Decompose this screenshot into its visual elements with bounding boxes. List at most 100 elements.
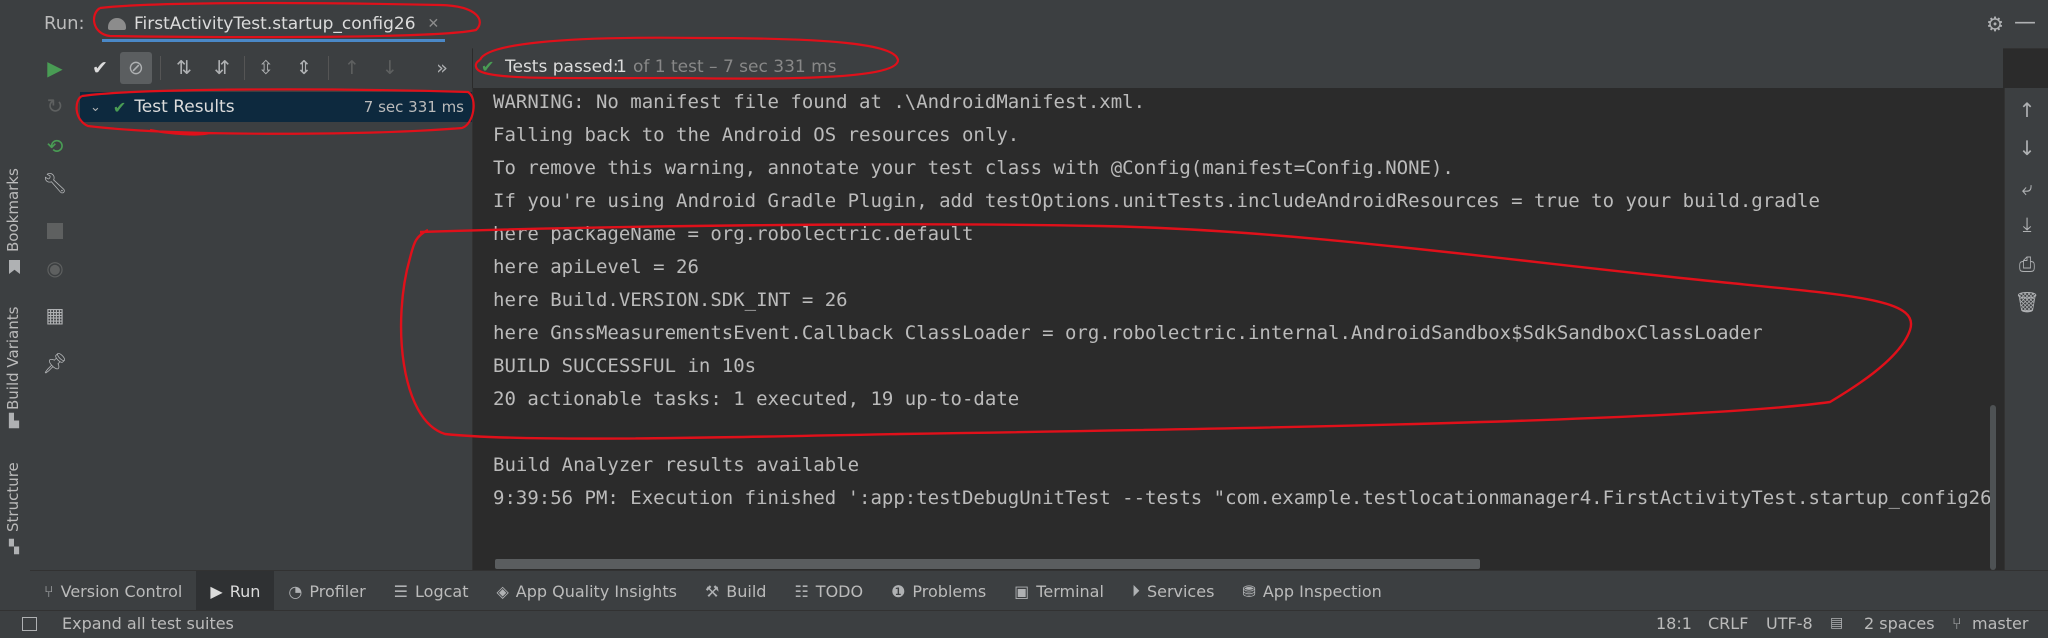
- rerun-failed-icon[interactable]: ↻: [40, 91, 70, 121]
- line-separator[interactable]: CRLF: [1708, 614, 1748, 633]
- tab-label: Build: [726, 581, 767, 601]
- console-line: WARNING: No manifest file found at .\And…: [493, 91, 1146, 113]
- git-branch[interactable]: master: [1972, 614, 2028, 633]
- test-tree-toolbar: ✔ ⊘ ⇅ ⇵ ⇳ ⇕ ↑ ↓ »: [80, 48, 472, 88]
- bookmark-icon: [9, 260, 20, 274]
- info-icon: ❶: [891, 581, 906, 601]
- bookmarks-tool-button[interactable]: Bookmarks: [0, 168, 30, 280]
- tab-label: Version Control: [60, 581, 183, 601]
- print-icon[interactable]: ⎙: [2015, 252, 2039, 276]
- rerun-button[interactable]: ▶: [40, 53, 70, 83]
- tab-todo[interactable]: ☷ TODO: [780, 571, 877, 611]
- pin-icon[interactable]: 📌︎: [40, 348, 70, 378]
- toggle-tool-windows-icon[interactable]: [22, 617, 37, 631]
- structure-label: Structure: [4, 462, 22, 532]
- show-ignored-icon[interactable]: ⊘: [120, 52, 152, 84]
- git-branch-icon: ⑂: [1952, 614, 1962, 633]
- collapse-all-icon[interactable]: ⇕: [288, 52, 320, 84]
- arrow-up-icon[interactable]: ↑: [2015, 98, 2039, 122]
- services-icon: ⏵: [1131, 581, 1140, 600]
- sort-duration-icon[interactable]: ⇵: [206, 52, 238, 84]
- show-passed-icon[interactable]: ✔: [84, 52, 116, 84]
- tab-label: Services: [1146, 581, 1215, 601]
- tab-profiler[interactable]: ◔ Profiler: [274, 571, 379, 611]
- run-label: Run:: [44, 13, 85, 34]
- run-icon: ▶: [210, 581, 223, 601]
- tree-root-duration: 7 sec 331 ms: [363, 98, 464, 116]
- tab-app-quality-insights[interactable]: ◈ App Quality Insights: [482, 571, 690, 611]
- structure-tool-button[interactable]: Structure ▚: [0, 460, 30, 575]
- next-failed-icon[interactable]: ↓: [374, 52, 406, 84]
- bookmarks-label: Bookmarks: [4, 168, 22, 252]
- console-actions-strip: ↑ ↓ ⤶ ⤓ ⎙ 🗑︎: [2004, 88, 2048, 570]
- expand-all-icon[interactable]: ⇳: [250, 52, 282, 84]
- vertical-scrollbar[interactable]: [1990, 405, 1996, 570]
- build-variants-label: Build Variants: [4, 306, 22, 410]
- caret-position[interactable]: 18:1: [1656, 614, 1692, 633]
- test-status-bar: ✔ Tests passed: 1 of 1 test – 7 sec 331 …: [473, 48, 2003, 88]
- console-line: To remove this warning, annotate your te…: [493, 157, 1454, 179]
- toggle-auto-test-icon[interactable]: ⟲: [40, 131, 70, 161]
- run-actions-column: ▶ ↻ ⟲ 🔧︎ ◉ ▦ 📌︎: [30, 48, 81, 570]
- gear-icon[interactable]: ⚙: [1986, 12, 2004, 36]
- tab-run[interactable]: ▶ Run: [196, 571, 275, 611]
- horizontal-scrollbar[interactable]: [495, 559, 1480, 569]
- scroll-to-end-icon[interactable]: ⤓: [2015, 212, 2039, 236]
- tab-logcat[interactable]: ☰ Logcat: [380, 571, 483, 611]
- logcat-icon: ☰: [393, 581, 409, 601]
- ide-status-bar: Expand all test suites 18:1 CRLF UTF-8 ▤…: [0, 610, 2048, 638]
- console-line: 9:39:56 PM: Execution finished ':app:tes…: [493, 487, 1993, 509]
- minimize-icon[interactable]: —: [2014, 10, 2036, 35]
- eye-icon[interactable]: ◉: [40, 253, 70, 283]
- trash-icon[interactable]: 🗑︎: [2014, 290, 2039, 314]
- tab-terminal[interactable]: ▣ Terminal: [1000, 571, 1118, 611]
- indent-setting[interactable]: 2 spaces: [1864, 614, 1935, 633]
- close-icon[interactable]: ✕: [428, 16, 440, 32]
- tests-passed-icon: ✔: [481, 57, 495, 76]
- tests-passed-detail: of 1 test – 7 sec 331 ms: [633, 57, 837, 77]
- run-config-tab-label: FirstActivityTest.startup_config26: [134, 14, 416, 34]
- console-output[interactable]: WARNING: No manifest file found at .\And…: [473, 88, 1993, 570]
- file-encoding[interactable]: UTF-8: [1766, 614, 1813, 633]
- build-analyzer-link[interactable]: Build Analyzer results available: [493, 454, 859, 476]
- wrench-icon[interactable]: 🔧︎: [40, 168, 70, 198]
- tree-row-test-results[interactable]: ⌄ ✔ Test Results 7 sec 331 ms: [80, 92, 472, 122]
- test-results-tree: ⌄ ✔ Test Results 7 sec 331 ms: [80, 88, 473, 570]
- tab-label: Profiler: [309, 581, 366, 601]
- soft-wrap-icon[interactable]: ⤶: [2015, 176, 2039, 200]
- tab-label: App Quality Insights: [515, 581, 677, 601]
- tab-build[interactable]: ⚒ Build: [691, 571, 781, 611]
- build-variants-tool-button[interactable]: Build Variants ▙: [0, 300, 30, 430]
- tab-label: App Inspection: [1262, 581, 1382, 601]
- console-line: BUILD SUCCESSFUL in 10s: [493, 355, 757, 377]
- stop-icon[interactable]: [40, 216, 70, 246]
- chevron-down-icon[interactable]: ⌄: [90, 100, 101, 115]
- tab-app-inspection[interactable]: ⛃ App Inspection: [1228, 571, 1395, 611]
- tab-problems[interactable]: ❶ Problems: [877, 571, 1000, 611]
- tool-window-bar: ⑂ Version Control ▶ Run ◔ Profiler ☰ Logcat …: [30, 570, 2048, 611]
- sort-alpha-icon[interactable]: ⇅: [168, 52, 200, 84]
- diamond-icon: ◈: [496, 581, 509, 601]
- tests-passed-label: Tests passed:: [505, 57, 619, 77]
- more-actions-button[interactable]: »: [432, 52, 452, 84]
- readonly-lock-icon[interactable]: ▤: [1830, 615, 1843, 631]
- arrow-down-icon[interactable]: ↓: [2015, 136, 2039, 160]
- list-icon: ☷: [794, 581, 809, 601]
- console-line: here packageName = org.robolectric.defau…: [493, 223, 974, 245]
- tree-root-label: Test Results: [134, 97, 235, 117]
- tab-version-control[interactable]: ⑂ Version Control: [30, 571, 196, 611]
- active-tab-indicator: [102, 39, 446, 42]
- android-test-icon: [108, 18, 126, 30]
- console-line: If you're using Android Gradle Plugin, a…: [493, 190, 1820, 212]
- tab-services[interactable]: ⏵ Services: [1118, 571, 1228, 611]
- previous-failed-icon[interactable]: ↑: [336, 52, 368, 84]
- layout-icon[interactable]: ▦: [40, 300, 70, 330]
- branch-icon: ⑂: [44, 581, 54, 601]
- tab-label: Terminal: [1036, 581, 1104, 601]
- console-line: here GnssMeasurementsEvent.Callback Clas…: [493, 322, 1763, 344]
- hammer-icon: ⚒: [704, 581, 720, 601]
- tab-label: TODO: [815, 581, 864, 601]
- run-config-tab[interactable]: FirstActivityTest.startup_config26 ✕: [98, 6, 449, 42]
- console-line: 20 actionable tasks: 1 executed, 19 up-t…: [493, 388, 1020, 410]
- toolbar-divider: [244, 56, 245, 80]
